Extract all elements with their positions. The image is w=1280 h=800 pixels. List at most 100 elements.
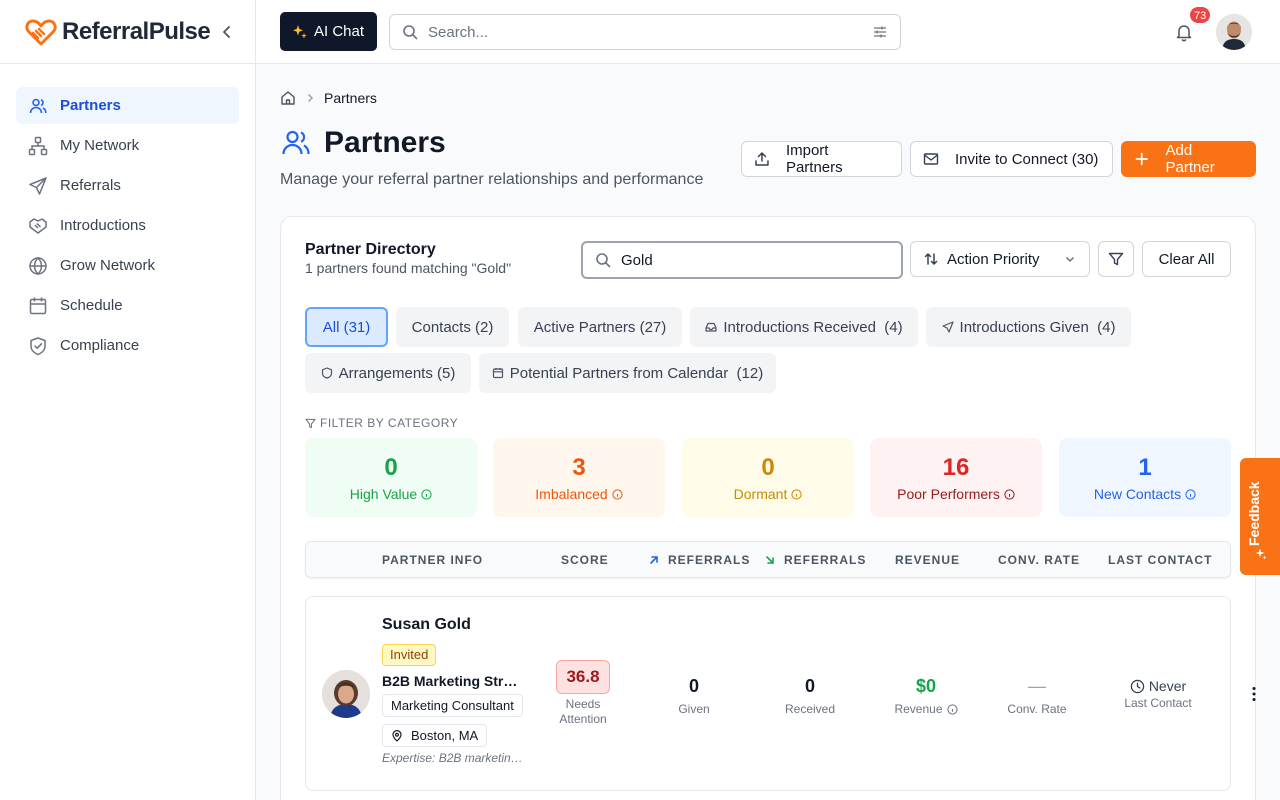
sidebar-item-my-network[interactable]: My Network [16, 127, 239, 164]
filter-icon [1108, 252, 1124, 266]
column-revenue[interactable]: REVENUE [895, 553, 960, 567]
sidebar-item-grow-network[interactable]: Grow Network [16, 247, 239, 284]
column-score[interactable]: SCORE [561, 553, 609, 567]
ai-chat-button[interactable]: AI Chat [280, 12, 377, 51]
bell-icon[interactable] [1174, 22, 1194, 42]
score-status-label: Needs Attention [559, 697, 607, 726]
info-icon [421, 488, 432, 500]
directory-title: Partner Directory [305, 241, 436, 258]
invite-to-connect-label: Invite to Connect (30) [955, 150, 1099, 168]
sidebar-item-compliance[interactable]: Compliance [16, 327, 239, 364]
column-label: REFERRALS [784, 553, 867, 567]
collapse-sidebar-icon[interactable] [217, 22, 237, 42]
partner-name[interactable]: Susan Gold [382, 616, 471, 634]
category-label-wrap: Imbalanced [493, 486, 665, 502]
category-label: New Contacts [1093, 486, 1182, 502]
category-label-wrap: Dormant [682, 486, 854, 502]
referrals-given-label: Given [678, 702, 710, 716]
home-icon[interactable] [280, 90, 296, 106]
tab-arrangements[interactable]: Arrangements (5) [305, 353, 471, 393]
category-label: Imbalanced [535, 486, 608, 502]
referrals-given-value: 0 [688, 676, 699, 696]
category-poor-performers[interactable]: 16 Poor Performers [870, 438, 1042, 517]
column-partner-info[interactable]: PARTNER INFO [382, 553, 483, 567]
import-partners-button[interactable]: Import Partners [741, 141, 902, 177]
info-icon [1185, 488, 1196, 500]
partner-search[interactable] [581, 241, 903, 279]
filter-button[interactable] [1098, 241, 1134, 277]
category-count: 16 [942, 454, 970, 481]
partner-role-tag: Marketing Consultant [382, 694, 523, 717]
partner-search-input[interactable] [621, 251, 889, 269]
sliders-icon[interactable] [872, 24, 888, 40]
sidebar-item-introductions[interactable]: Introductions [16, 207, 239, 244]
invite-to-connect-button[interactable]: Invite to Connect (30) [910, 141, 1113, 177]
tab-all[interactable]: All (31) [305, 307, 388, 347]
sidebar-item-referrals[interactable]: Referrals [16, 167, 239, 204]
mail-icon [923, 153, 939, 165]
column-referrals-received[interactable]: REFERRALS [764, 553, 866, 567]
chevron-right-icon [307, 93, 314, 103]
filter-by-category-label: FILTER BY CATEGORY [305, 416, 458, 430]
shield-check-icon [30, 336, 46, 355]
category-label-wrap: High Value [305, 486, 477, 502]
category-count: 0 [761, 454, 775, 481]
column-last-contact[interactable]: LAST CONTACT [1108, 553, 1212, 567]
column-conv-rate[interactable]: CONV. RATE [998, 553, 1080, 567]
category-dormant[interactable]: 0 Dormant [682, 438, 854, 517]
sidebar-item-label: My Network [60, 137, 140, 154]
tab-introductions-received[interactable]: Introductions Received (4) [690, 307, 918, 347]
category-count: 0 [384, 454, 398, 481]
main-content: Partners Partners Manage your referral p… [256, 64, 1280, 800]
inbox-icon [705, 322, 717, 332]
sort-arrows-icon [924, 253, 938, 265]
conv-rate-label: Conv. Rate [1007, 702, 1067, 716]
partner-score: 36.8 [556, 660, 610, 694]
ai-chat-label: AI Chat [314, 23, 365, 40]
calendar-icon [29, 297, 47, 314]
network-icon [28, 136, 48, 155]
sidebar-item-label: Grow Network [60, 257, 156, 274]
sort-select[interactable]: Action Priority [910, 241, 1090, 277]
clear-all-button[interactable]: Clear All [1142, 241, 1231, 277]
tab-introductions-given[interactable]: Introductions Given (4) [926, 307, 1131, 347]
sidebar-item-label: Compliance [60, 337, 140, 354]
globe-icon [29, 256, 47, 275]
last-contact-wrap: Never [1108, 678, 1208, 694]
tab-contacts[interactable]: Contacts (2) [396, 307, 509, 347]
sidebar-item-label: Schedule [60, 297, 123, 314]
category-imbalanced[interactable]: 3 Imbalanced [493, 438, 665, 517]
referrals-received-value: 0 [804, 676, 815, 696]
arrow-down-right-icon [766, 556, 774, 564]
tab-label: Introductions Given (4) [959, 318, 1116, 336]
sidebar-item-partners[interactable]: Partners [16, 87, 239, 124]
global-search-input[interactable] [428, 23, 872, 41]
feedback-tab[interactable]: Feedback [1240, 458, 1280, 575]
top-header: AI Chat 73 [256, 0, 1280, 64]
tab-label: Introductions Received (4) [723, 318, 903, 336]
more-actions-icon[interactable] [1246, 685, 1262, 703]
partner-avatar-image [322, 670, 370, 718]
column-referrals-given[interactable]: REFERRALS [648, 553, 750, 567]
breadcrumb-current: Partners [324, 90, 377, 106]
sidebar-item-label: Introductions [60, 217, 146, 234]
partner-company: B2B Marketing Strategies [382, 673, 524, 689]
table-row[interactable]: Susan Gold Invited B2B Marketing Strateg… [305, 596, 1256, 791]
category-new-contacts[interactable]: 1 New Contacts [1059, 438, 1231, 517]
partner-location: Boston, MA [411, 728, 479, 743]
conv-rate-value: — [1028, 676, 1046, 696]
category-label-wrap: Poor Performers [870, 486, 1042, 502]
category-high-value[interactable]: 0 High Value [305, 438, 477, 517]
tab-active-partners[interactable]: Active Partners (27) [518, 307, 682, 347]
info-icon [1004, 488, 1015, 500]
sidebar-item-schedule[interactable]: Schedule [16, 287, 239, 324]
brand-bar: ReferralPulse [0, 0, 255, 64]
partner-avatar [322, 670, 370, 718]
add-partner-button[interactable]: Add Partner [1121, 141, 1256, 177]
tab-potential-partners-calendar[interactable]: Potential Partners from Calendar (12) [479, 353, 776, 393]
user-avatar[interactable] [1216, 14, 1252, 50]
user-avatar-image [1216, 14, 1252, 50]
info-icon [791, 488, 802, 500]
category-label: Dormant [733, 486, 788, 502]
global-search[interactable] [389, 14, 901, 50]
